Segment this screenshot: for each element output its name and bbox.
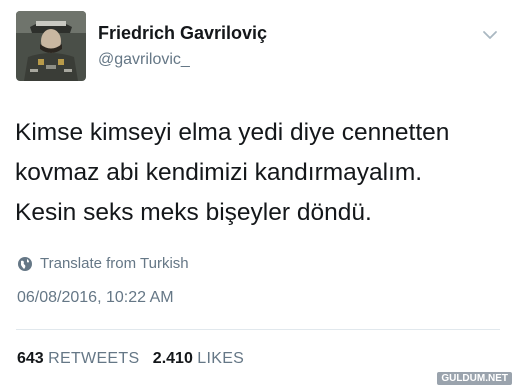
tweet-stats: 643 RETWEETS 2.410 LIKES (17, 350, 244, 368)
chevron-down-icon[interactable] (481, 28, 499, 42)
translate-label[interactable]: Translate from Turkish (40, 255, 189, 272)
likes-label: LIKES (197, 350, 245, 367)
watermark: GULDUM.NET (437, 372, 512, 385)
translate-link[interactable]: Translate from Turkish (17, 255, 189, 272)
tweet-text: Kimse kimseyi elma yedi diye cennetten k… (15, 113, 505, 233)
tweet-text-line: Kimse kimseyi elma yedi diye cennetten (15, 119, 450, 146)
retweets-label: RETWEETS (48, 350, 140, 367)
retweets-count: 643 (17, 350, 44, 367)
divider (16, 329, 500, 330)
avatar[interactable] (16, 11, 86, 81)
tweet-timestamp[interactable]: 06/08/2016, 10:22 AM (17, 289, 174, 307)
tweet-text-line: kovmaz abi kendimizi kandırmayalım. (15, 159, 423, 186)
retweets-stat[interactable]: 643 RETWEETS (17, 350, 139, 367)
display-name[interactable]: Friedrich Gavriloviç (98, 23, 267, 44)
likes-count: 2.410 (152, 350, 193, 367)
likes-stat[interactable]: 2.410 LIKES (153, 350, 244, 367)
globe-icon (17, 256, 33, 272)
tweet-text-line: Kesin seks meks bişeyler döndü. (15, 199, 372, 226)
user-handle[interactable]: @gavrilovic_ (98, 51, 190, 69)
